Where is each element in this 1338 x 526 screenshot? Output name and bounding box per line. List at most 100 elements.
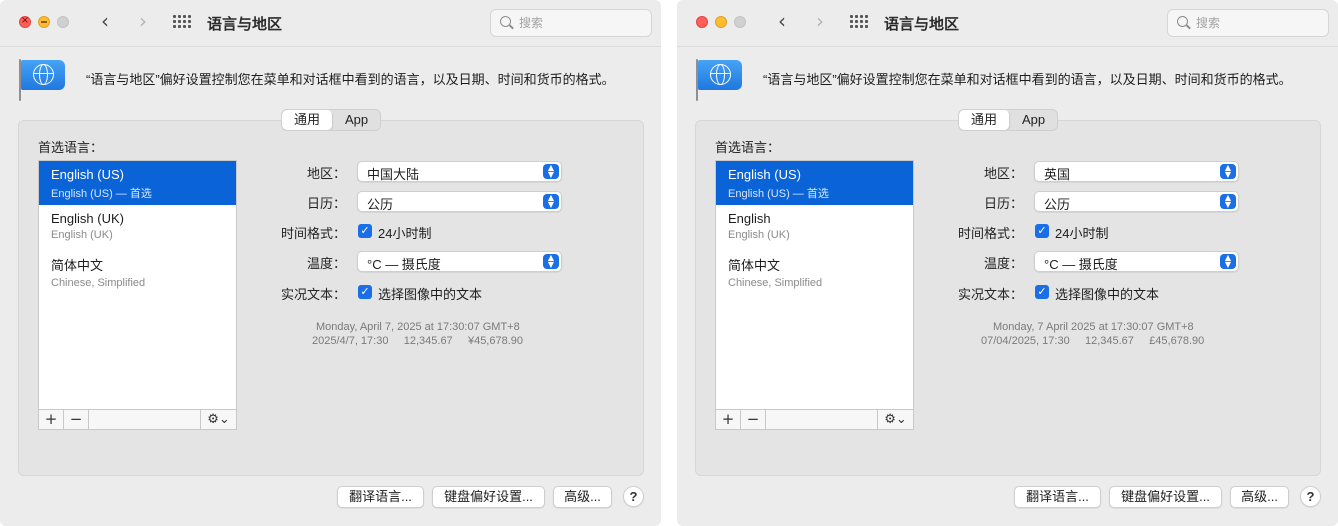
chevron-right-icon[interactable]: › [132,10,154,34]
language-subtitle: English (UK) [728,229,790,241]
list-item-english-uk[interactable]: English English (UK) [716,205,913,249]
live-text-checkbox[interactable]: ✓ [358,285,372,299]
calendar-label: 日历： [983,196,1023,211]
pane-description: “语言与地区”偏好设置控制您在菜单和对话框中看到的语言，以及日期、时间和货币的格… [86,72,615,87]
live-text-label: 实况文本： [957,287,1023,302]
chevron-left-icon[interactable]: ‹ [94,10,116,34]
remove-language-button[interactable]: − [741,410,766,429]
search-input[interactable] [519,14,643,32]
preferences-window-right: ‹ › 语言与地区 “语言与地区”偏好设置控制您在菜单和对话框中看到的语言，以及… [677,0,1338,526]
region-value: 英国 [1044,167,1071,182]
calendar-value: 公历 [367,197,394,212]
region-popup[interactable]: 英国 ▲ ▼ [1034,161,1239,182]
language-subtitle: Chinese, Simplified [728,277,823,289]
remove-language-button[interactable]: − [64,410,89,429]
live-text-option[interactable]: 选择图像中的文本 [1055,284,1159,303]
live-text-option[interactable]: 选择图像中的文本 [378,284,482,303]
calendar-popup[interactable]: 公历 ▲ ▼ [1034,191,1239,212]
preferences-window-left: × ‹ › 语言与地区 “语言与地区”偏好设置控制您在菜单和对话框中看到的语言，… [0,0,661,526]
help-button[interactable]: ? [1300,486,1321,507]
language-name: 简体中文 [51,258,104,273]
popup-arrows-icon: ▲ ▼ [543,164,559,179]
time-format-option[interactable]: 24小时制 [378,223,431,242]
list-item-chinese-simplified[interactable]: 简体中文 Chinese, Simplified [39,249,236,293]
live-text-label: 实况文本： [280,287,346,302]
language-name: English [728,211,771,226]
globe-flag-icon [695,57,743,101]
temperature-label: 温度： [983,256,1023,271]
tab-app[interactable]: App [1010,110,1057,130]
list-item-english-uk[interactable]: English (UK) English (UK) [39,205,236,249]
minimize-button[interactable] [38,16,50,28]
language-subtitle: English (US) — 首选 [51,188,152,200]
region-label: 地区： [983,166,1023,181]
list-item-chinese-simplified[interactable]: 简体中文 Chinese, Simplified [716,249,913,293]
header-divider [677,46,1338,47]
tab-general[interactable]: 通用 [282,110,334,130]
add-language-button[interactable]: + [39,410,64,429]
temperature-popup[interactable]: °C — 摄氏度 ▲ ▼ [1034,251,1239,272]
date-sample: Monday, April 7, 2025 at 17:30:07 GMT+8 [316,321,520,333]
advanced-button[interactable]: 高级... [1230,486,1289,508]
list-item-english-us[interactable]: English (US) English (US) — 首选 [716,161,913,205]
grid-icon[interactable] [850,15,868,29]
toolbar-spacer [89,410,201,429]
time-format-label: 时间格式： [280,226,346,241]
zoom-button[interactable] [57,16,69,28]
date-sample: Monday, 7 April 2025 at 17:30:07 GMT+8 [993,321,1194,333]
region-value: 中国大陆 [367,167,420,182]
zoom-button[interactable] [734,16,746,28]
live-text-checkbox[interactable]: ✓ [1035,285,1049,299]
search-icon [500,16,511,27]
number-sample: 07/04/2025, 17:30 12,345.67 £45,678.90 [981,335,1205,347]
keyboard-preferences-button[interactable]: 键盘偏好设置... [432,486,545,508]
add-language-button[interactable]: + [716,410,741,429]
popup-arrows-icon: ▲ ▼ [543,254,559,269]
close-button[interactable] [696,16,708,28]
translation-languages-button[interactable]: 翻译语言... [1014,486,1101,508]
number-sample: 2025/4/7, 17:30 12,345.67 ¥45,678.90 [312,335,524,347]
advanced-button[interactable]: 高级... [553,486,612,508]
temperature-popup[interactable]: °C — 摄氏度 ▲ ▼ [357,251,562,272]
region-popup[interactable]: 中国大陆 ▲ ▼ [357,161,562,182]
help-button[interactable]: ? [623,486,644,507]
time-format-option[interactable]: 24小时制 [1055,223,1108,242]
popup-arrows-icon: ▲ ▼ [1220,254,1236,269]
temperature-value: °C — 摄氏度 [367,257,441,272]
tab-general[interactable]: 通用 [959,110,1011,130]
search-input[interactable] [1196,14,1320,32]
calendar-value: 公历 [1044,197,1071,212]
window-title: 语言与地区 [884,16,960,33]
language-list: English (US) English (US) — 首选 English E… [715,160,914,411]
region-label: 地区： [306,166,346,181]
language-list-toolbar: + − ⚙︎⌄ [715,409,914,430]
keyboard-preferences-button[interactable]: 键盘偏好设置... [1109,486,1222,508]
gear-icon[interactable]: ⚙︎⌄ [201,410,236,429]
translation-languages-button[interactable]: 翻译语言... [337,486,424,508]
search-icon [1177,16,1188,27]
gear-icon[interactable]: ⚙︎⌄ [878,410,913,429]
close-button[interactable]: × [19,15,31,28]
close-icon: × [20,15,30,26]
temperature-value: °C — 摄氏度 [1044,257,1118,272]
preferred-languages-label: 首选语言： [38,140,104,155]
search-field[interactable] [1167,9,1329,37]
title-bar: ‹ › 语言与地区 [677,0,1338,46]
chevron-right-icon[interactable]: › [809,10,831,34]
time-format-checkbox[interactable]: ✓ [358,224,372,238]
minimize-icon [41,21,47,23]
minimize-button[interactable] [715,16,727,28]
title-bar: × ‹ › 语言与地区 [0,0,661,46]
language-subtitle: Chinese, Simplified [51,277,146,289]
tab-app[interactable]: App [333,110,380,130]
time-format-label: 时间格式： [957,226,1023,241]
language-list-toolbar: + − ⚙︎⌄ [38,409,237,430]
grid-icon[interactable] [173,15,191,29]
chevron-left-icon[interactable]: ‹ [771,10,793,34]
temperature-label: 温度： [306,256,346,271]
calendar-popup[interactable]: 公历 ▲ ▼ [357,191,562,212]
time-format-checkbox[interactable]: ✓ [1035,224,1049,238]
language-subtitle: English (US) — 首选 [728,188,829,200]
search-field[interactable] [490,9,652,37]
list-item-english-us[interactable]: English (US) English (US) — 首选 [39,161,236,205]
